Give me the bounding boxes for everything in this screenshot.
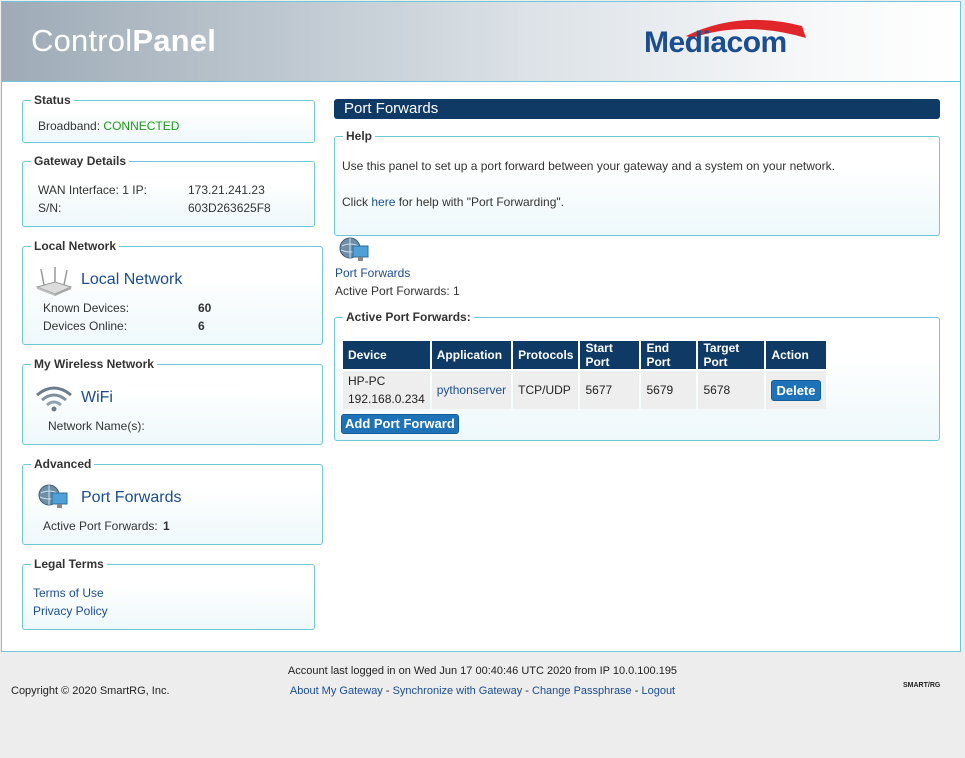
legal-terms-legend: Legal Terms [31, 557, 107, 571]
about-gateway-link[interactable]: About My Gateway [290, 685, 383, 697]
gateway-details-panel: Gateway Details WAN Interface: 1 IP: 173… [22, 154, 315, 227]
change-passphrase-link[interactable]: Change Passphrase [532, 685, 632, 697]
table-row: HP-PC 192.168.0.234 pythonserver TCP/UDP… [343, 371, 826, 409]
port-forwards-link[interactable]: Port Forwards [81, 489, 181, 507]
status-legend: Status [31, 93, 74, 107]
smartrg-logo: SMART/RG [903, 682, 941, 689]
devices-online-label: Devices Online: [43, 319, 128, 333]
devices-online-value: 6 [198, 319, 205, 333]
serial-number-value: 603D263625F8 [188, 201, 271, 215]
known-devices-label: Known Devices: [43, 301, 130, 315]
logout-link[interactable]: Logout [641, 685, 675, 697]
help-legend: Help [343, 129, 376, 143]
column-header: Device [343, 341, 430, 369]
application-link[interactable]: pythonserver [437, 383, 506, 397]
port-forwards-table: Device Application Protocols Start Port … [341, 339, 828, 411]
router-icon [35, 267, 73, 296]
table-header-row: Device Application Protocols Start Port … [343, 341, 826, 369]
port-forward-globe-icon [339, 237, 369, 261]
column-header: Start Port [580, 341, 640, 369]
legal-terms-panel: Legal Terms Terms of Use Privacy Policy [22, 557, 315, 630]
wifi-icon [36, 386, 72, 412]
column-header: End Port [641, 341, 697, 369]
broadband-status: CONNECTED [103, 119, 180, 133]
copyright-text: Copyright © 2020 SmartRG, Inc. [11, 685, 170, 697]
device-name: HP-PC [348, 374, 386, 388]
target-port-cell: 5678 [698, 371, 765, 409]
terms-of-use-link[interactable]: Terms of Use [33, 586, 104, 600]
port-forward-globe-icon [38, 484, 68, 508]
column-header: Target Port [698, 341, 765, 369]
privacy-policy-link[interactable]: Privacy Policy [33, 604, 108, 618]
broadband-label: Broadband: [38, 119, 101, 133]
start-port-cell: 5677 [580, 371, 640, 409]
last-login-info: Account last logged in on Wed Jun 17 00:… [287, 665, 678, 677]
network-names-label: Network Name(s): [48, 419, 145, 433]
protocols-cell: TCP/UDP [513, 371, 579, 409]
serial-number-label: S/N: [38, 201, 62, 215]
end-port-cell: 5679 [641, 371, 697, 409]
local-network-legend: Local Network [31, 239, 120, 253]
application-cell[interactable]: pythonserver [431, 371, 512, 409]
wireless-panel[interactable]: My Wireless Network WiFi Network Name(s)… [22, 357, 323, 445]
wifi-link[interactable]: WiFi [81, 389, 113, 407]
control-panel-logo: ControlPanel [31, 23, 217, 58]
column-header: Action [766, 341, 826, 369]
help-here-link[interactable]: here [371, 195, 395, 209]
add-port-forward-button[interactable]: Add Port Forward [341, 414, 459, 434]
page-title: Port Forwards [334, 99, 940, 119]
help-link-line: Click here for help with "Port Forwardin… [342, 195, 564, 209]
local-network-panel[interactable]: Local Network Local Network Known Device… [22, 239, 323, 345]
active-port-forwards-label: Active Port Forwards: [43, 519, 158, 533]
active-port-forwards-count: Active Port Forwards: 1 [335, 284, 460, 298]
wan-ip-value: 173.21.241.23 [188, 183, 265, 197]
gateway-details-legend: Gateway Details [31, 154, 130, 168]
help-text: Use this panel to set up a port forward … [342, 159, 835, 173]
active-port-forwards-value: 1 [163, 519, 170, 533]
wan-interface-label: WAN Interface: 1 IP: [38, 183, 147, 197]
device-cell: HP-PC 192.168.0.234 [343, 371, 430, 409]
advanced-panel[interactable]: Advanced Port Forwards Active Port Forwa… [22, 457, 323, 545]
advanced-legend: Advanced [31, 457, 95, 471]
active-port-forwards-legend: Active Port Forwards: [343, 310, 474, 324]
mediacom-logo: Mediacom [644, 16, 814, 66]
synchronize-link[interactable]: Synchronize with Gateway [393, 685, 523, 697]
wireless-legend: My Wireless Network [31, 357, 157, 371]
delete-button[interactable]: Delete [771, 379, 821, 401]
column-header: Application [431, 341, 512, 369]
port-forwards-icon-label[interactable]: Port Forwards [335, 266, 410, 280]
header-banner: ControlPanel Mediacom [2, 2, 960, 82]
status-panel: Status Broadband: CONNECTED [22, 93, 315, 143]
help-panel: Help Use this panel to set up a port for… [334, 129, 940, 236]
local-network-link[interactable]: Local Network [81, 271, 182, 289]
action-cell: Delete [766, 371, 826, 409]
column-header: Protocols [513, 341, 579, 369]
device-ip: 192.168.0.234 [348, 392, 425, 406]
known-devices-value: 60 [198, 301, 212, 315]
